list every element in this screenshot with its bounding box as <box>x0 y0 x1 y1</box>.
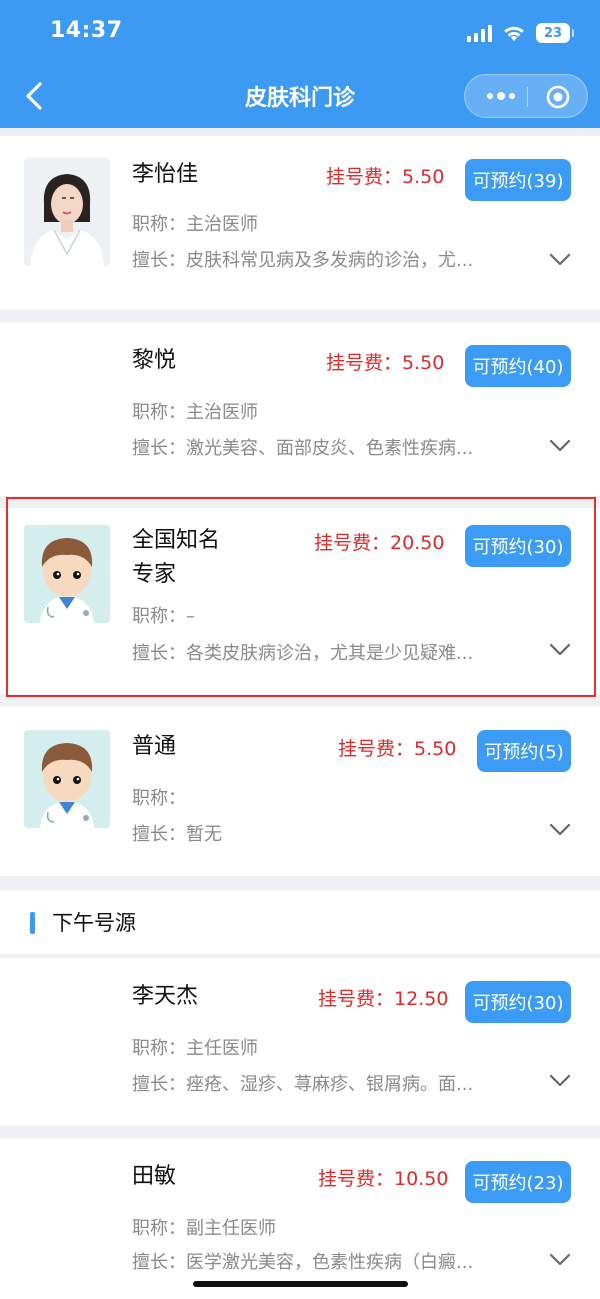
doctor-specialty: 擅长：激光美容、面部皮炎、色素性疾病... <box>132 434 473 460</box>
doctor-avatar-cartoon <box>24 730 110 828</box>
doctor-name: 李怡佳 <box>132 162 199 187</box>
chevron-down-icon[interactable] <box>548 822 572 838</box>
fee-value: 5.50 <box>402 166 445 188</box>
status-time: 14:37 <box>50 18 123 43</box>
specialty-label: 擅长： <box>132 1074 186 1095</box>
doctor-card[interactable]: 普通 挂号费：5.50 可预约(5) 职称： 擅长：暂无 <box>0 706 600 876</box>
wifi-icon <box>504 26 524 41</box>
specialty-label: 擅长： <box>132 438 186 459</box>
section-title: 下午号源 <box>52 911 136 935</box>
title-label: 职称： <box>132 1218 186 1239</box>
book-button[interactable]: 可预约(5) <box>477 730 571 772</box>
mini-program-capsule <box>464 74 588 118</box>
specialty-value: 痤疮、湿疹、荨麻疹、银屑病。面... <box>186 1074 474 1095</box>
fee-label: 挂号费： <box>338 738 415 760</box>
book-button[interactable]: 可预约(23) <box>465 1161 571 1203</box>
specialty-label: 擅长： <box>132 824 186 845</box>
book-button[interactable]: 可预约(40) <box>465 345 571 387</box>
specialty-value: 激光美容、面部皮炎、色素性疾病... <box>186 438 474 459</box>
fee-label: 挂号费： <box>318 988 395 1010</box>
doctor-title: 职称：主治医师 <box>132 210 258 236</box>
signal-icon <box>467 24 492 42</box>
fee-label: 挂号费： <box>326 166 403 188</box>
app-header: 14:37 23 皮肤科门诊 <box>0 0 600 128</box>
doctor-card[interactable]: 李怡佳 挂号费：5.50 可预约(39) 职称：主治医师 擅长：皮肤科常见病及多… <box>0 136 600 310</box>
registration-fee: 挂号费：5.50 <box>338 734 456 761</box>
capsule-divider <box>527 87 528 107</box>
doctor-card[interactable]: 黎悦 挂号费：5.50 可预约(40) 职称：主治医师 擅长：激光美容、面部皮炎… <box>0 322 600 496</box>
fee-label: 挂号费： <box>326 352 403 374</box>
doctor-name: 普通 <box>132 734 177 759</box>
doctor-specialty: 擅长：皮肤科常见病及多发病的诊治，尤... <box>132 246 473 272</box>
doctor-name: 黎悦 <box>132 348 177 373</box>
title-value: 主治医师 <box>186 214 258 235</box>
doctor-title: 职称：副主任医师 <box>132 1214 276 1240</box>
section-header-afternoon: 下午号源 <box>0 890 600 954</box>
status-icons: 23 <box>467 20 574 46</box>
fee-value: 5.50 <box>414 738 457 760</box>
fee-label: 挂号费： <box>318 1168 395 1190</box>
doctor-specialty: 擅长：痤疮、湿疹、荨麻疹、银屑病。面... <box>132 1070 473 1096</box>
title-label: 职称： <box>132 788 186 809</box>
specialty-label: 擅长： <box>132 1252 186 1273</box>
title-value: 主任医师 <box>186 1038 258 1059</box>
section-accent-bar <box>30 912 35 934</box>
doctor-name: 田敏 <box>132 1164 177 1189</box>
specialty-value: 医学激光美容，色素性疾病（白癜... <box>186 1252 474 1273</box>
title-value: 主治医师 <box>186 402 258 423</box>
doctor-specialty: 擅长：医学激光美容，色素性疾病（白癜... <box>132 1248 473 1274</box>
doctor-title: 职称： <box>132 784 186 810</box>
registration-fee: 挂号费：10.50 <box>318 1164 448 1191</box>
chevron-down-icon[interactable] <box>548 438 572 454</box>
doctor-specialty: 擅长：暂无 <box>132 820 222 846</box>
fee-value: 5.50 <box>402 352 445 374</box>
fee-value: 10.50 <box>394 1168 449 1190</box>
specialty-value: 皮肤科常见病及多发病的诊治，尤... <box>186 250 474 271</box>
registration-fee: 挂号费：5.50 <box>326 162 444 189</box>
chevron-down-icon[interactable] <box>548 1252 572 1268</box>
doctor-title: 职称：主任医师 <box>132 1034 258 1060</box>
registration-fee: 挂号费：5.50 <box>326 348 444 375</box>
specialty-value: 暂无 <box>186 824 222 845</box>
registration-fee: 挂号费：12.50 <box>318 984 448 1011</box>
book-button[interactable]: 可预约(39) <box>465 159 571 201</box>
close-miniprogram-icon[interactable] <box>545 84 571 110</box>
book-button[interactable]: 可预约(30) <box>465 981 571 1023</box>
title-label: 职称： <box>132 402 186 423</box>
doctor-name: 李天杰 <box>132 984 199 1009</box>
chevron-down-icon[interactable] <box>548 1073 572 1089</box>
doctor-photo <box>24 158 110 266</box>
title-label: 职称： <box>132 1038 186 1059</box>
doctor-card[interactable]: 李天杰 挂号费：12.50 可预约(30) 职称：主任医师 擅长：痤疮、湿疹、荨… <box>0 958 600 1126</box>
specialty-label: 擅长： <box>132 250 186 271</box>
home-indicator <box>193 1281 408 1287</box>
doctor-card[interactable]: 田敏 挂号费：10.50 可预约(23) 职称：副主任医师 擅长：医学激光美容，… <box>0 1138 600 1299</box>
more-icon[interactable] <box>483 85 519 107</box>
selection-highlight <box>6 497 596 697</box>
fee-value: 12.50 <box>394 988 449 1010</box>
chevron-down-icon[interactable] <box>548 252 572 268</box>
doctor-title: 职称：主治医师 <box>132 398 258 424</box>
battery-icon: 23 <box>536 23 574 43</box>
title-label: 职称： <box>132 214 186 235</box>
title-value: 副主任医师 <box>186 1218 276 1239</box>
